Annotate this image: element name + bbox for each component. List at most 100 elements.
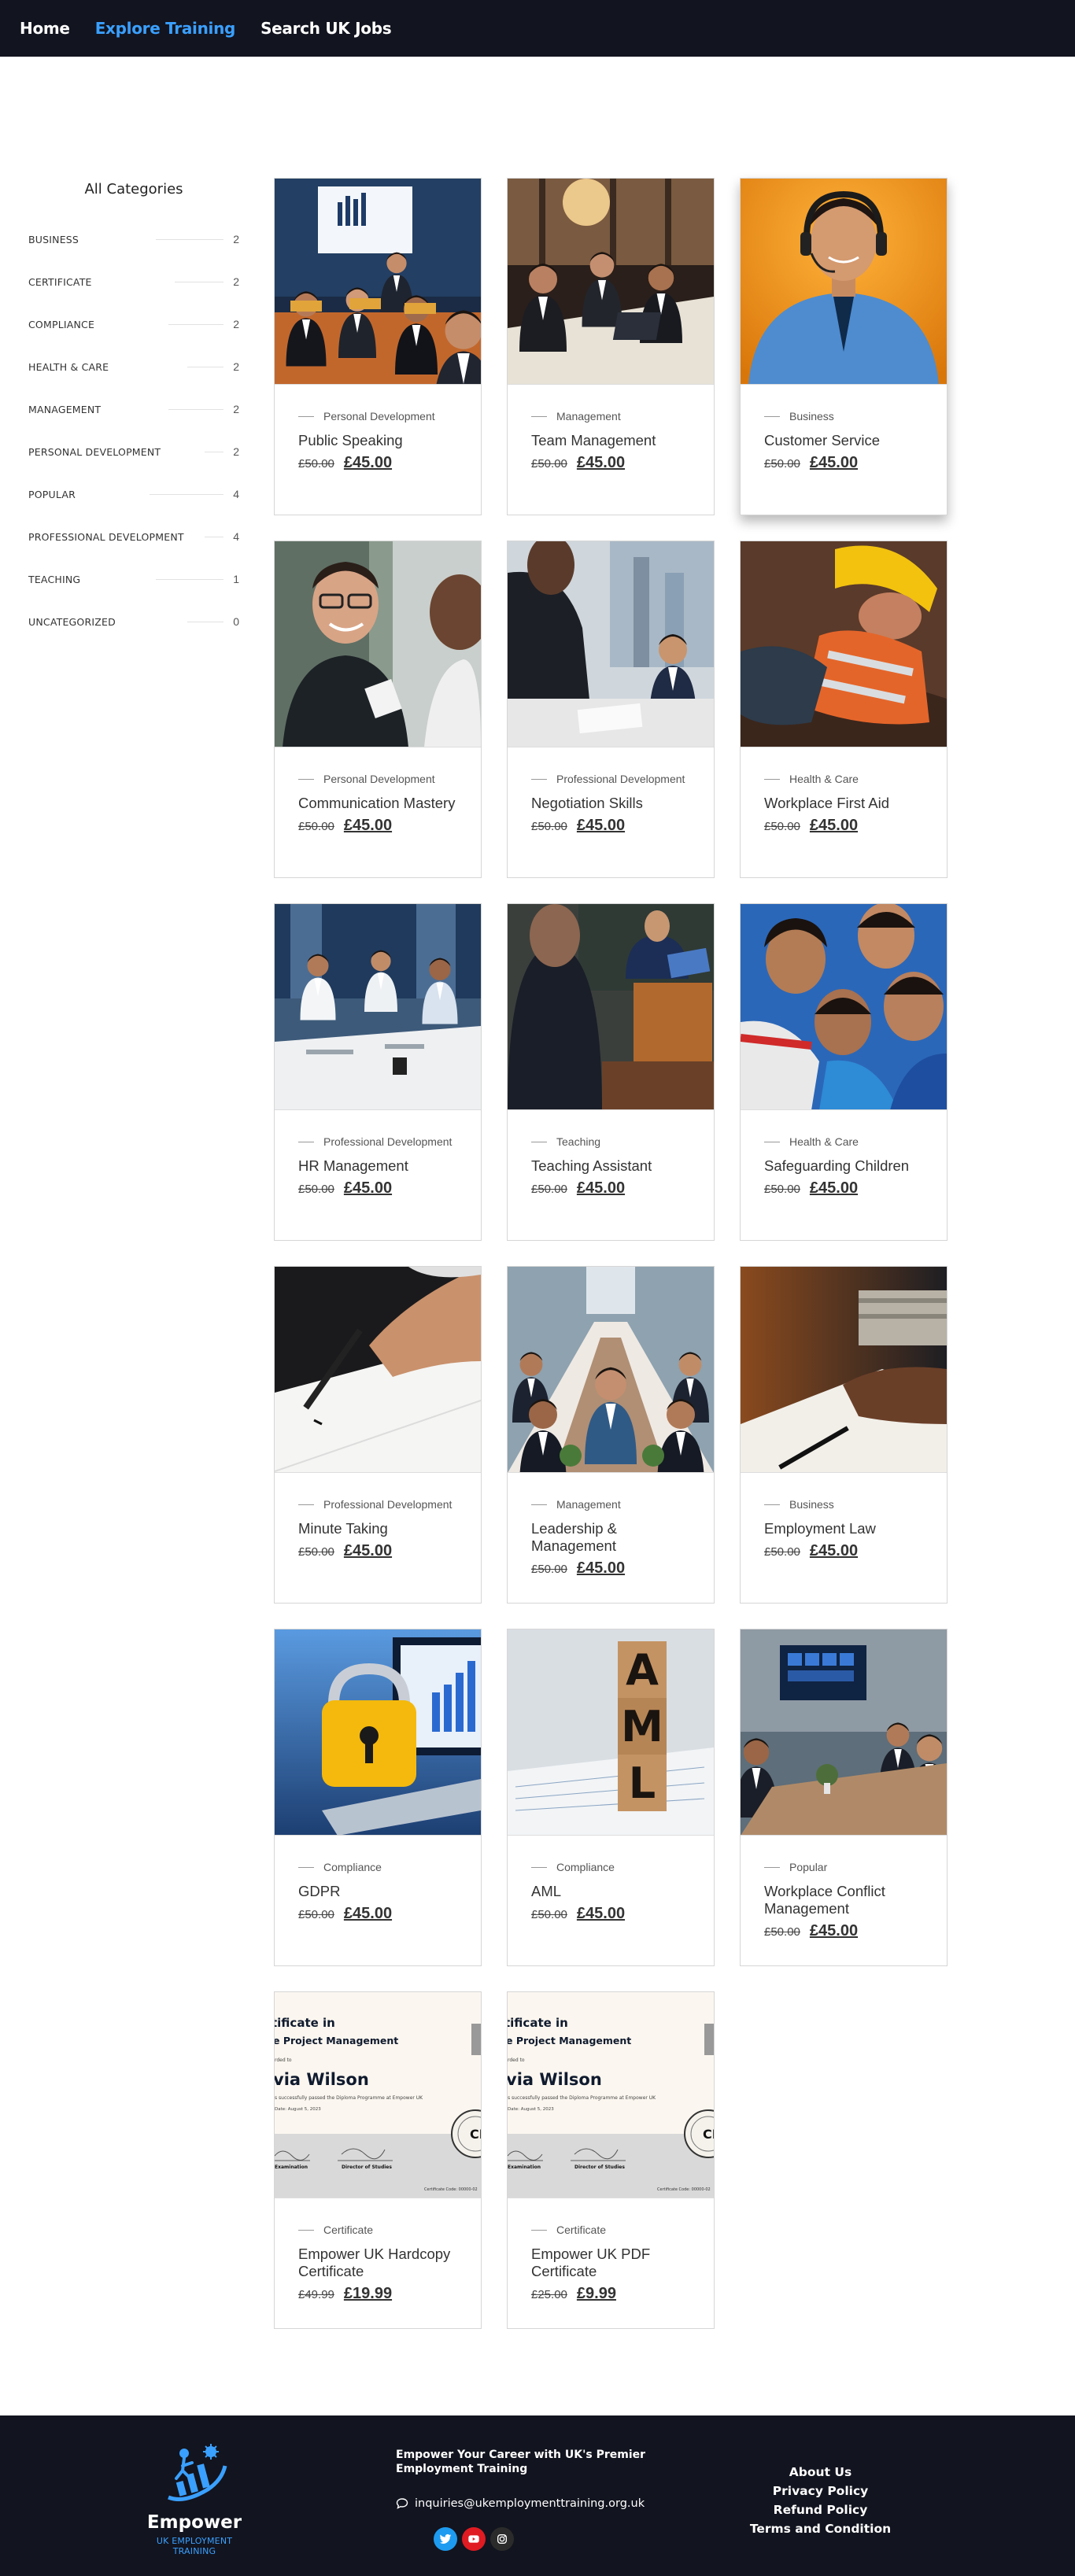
product-title[interactable]: Workplace First Aid (764, 795, 923, 812)
category-name[interactable]: HEALTH & CARE (28, 361, 109, 373)
product-image[interactable] (508, 179, 714, 385)
product-image[interactable] (741, 1629, 947, 1836)
product-card[interactable]: Personal Development Communication Master… (274, 541, 482, 878)
product-category[interactable]: Certificate (298, 2224, 457, 2236)
product-category-label[interactable]: Health & Care (789, 1135, 859, 1148)
category-name[interactable]: POPULAR (28, 489, 76, 500)
category-name[interactable]: PERSONAL DEVELOPMENT (28, 446, 161, 458)
nav-explore-training-link[interactable]: Explore Training (95, 19, 236, 38)
product-category-label[interactable]: Professional Development (323, 1498, 452, 1511)
category-item[interactable]: PROFESSIONAL DEVELOPMENT 4 (28, 515, 239, 558)
product-title[interactable]: Empower UK Hardcopy Certificate (298, 2246, 457, 2280)
footer-link[interactable]: Terms and Condition (740, 2519, 901, 2538)
product-title[interactable]: Empower UK PDF Certificate (531, 2246, 690, 2280)
category-item[interactable]: COMPLIANCE 2 (28, 303, 239, 345)
product-category-label[interactable]: Certificate (556, 2224, 606, 2236)
product-card[interactable]: Professional Development Negotiation Skil… (507, 541, 715, 878)
product-image[interactable] (275, 904, 481, 1110)
product-image[interactable] (275, 179, 481, 385)
product-card[interactable]: Teaching Teaching Assistant £50.00 £45.00 (507, 903, 715, 1241)
product-image[interactable] (508, 904, 714, 1110)
product-title[interactable]: Leadership & Management (531, 1520, 690, 1555)
product-title[interactable]: Minute Taking (298, 1520, 457, 1537)
product-category[interactable]: Personal Development (298, 410, 457, 423)
twitter-icon[interactable] (434, 2527, 457, 2551)
category-name[interactable]: CERTIFICATE (28, 276, 92, 288)
product-image[interactable] (508, 541, 714, 747)
product-card[interactable]: Health & Care Workplace First Aid £50.00 £4… (740, 541, 948, 878)
category-item[interactable]: HEALTH & CARE 2 (28, 345, 239, 388)
instagram-icon[interactable] (490, 2527, 514, 2551)
product-image[interactable] (275, 1629, 481, 1836)
product-card[interactable]: Compliance GDPR £50.00 £45.00 (274, 1629, 482, 1966)
product-category[interactable]: Professional Development (298, 1135, 457, 1148)
product-card[interactable]: Management Team Management £50.00 £45.00 (507, 178, 715, 515)
category-item[interactable]: BUSINESS 2 (28, 218, 239, 260)
category-item[interactable]: PERSONAL DEVELOPMENT 2 (28, 430, 239, 473)
category-item[interactable]: POPULAR 4 (28, 473, 239, 515)
product-card[interactable]: Health & Care Safeguarding Children £50.00… (740, 903, 948, 1241)
product-category-label[interactable]: Management (556, 1498, 621, 1511)
product-category-label[interactable]: Certificate (323, 2224, 373, 2236)
product-title[interactable]: Communication Mastery (298, 795, 457, 812)
product-image[interactable] (741, 904, 947, 1110)
product-image[interactable] (508, 1267, 714, 1473)
product-category[interactable]: Business (764, 410, 923, 423)
product-image[interactable]: A M L (508, 1629, 714, 1836)
nav-home-link[interactable]: Home (20, 19, 70, 38)
product-category[interactable]: Health & Care (764, 773, 923, 785)
product-category-label[interactable]: Professional Development (323, 1135, 452, 1148)
product-card[interactable]: Business Employment Law £50.00 £45.00 (740, 1266, 948, 1604)
footer-link[interactable]: About Us (740, 2463, 901, 2482)
product-title[interactable]: Customer Service (764, 432, 923, 449)
product-card[interactable]: Popular Workplace Conflict Management £50.… (740, 1629, 948, 1966)
category-name[interactable]: TEACHING (28, 574, 80, 585)
product-card[interactable]: Personal Development Public Speaking £50.0… (274, 178, 482, 515)
product-category[interactable]: Popular (764, 1861, 923, 1873)
category-item[interactable]: UNCATEGORIZED 0 (28, 600, 239, 643)
product-category[interactable]: Professional Development (531, 773, 690, 785)
product-card[interactable]: Business Customer Service £50.00 £45.00 (740, 178, 948, 515)
product-card[interactable]: A M L Compliance AML £50.00 £45.00 (507, 1629, 715, 1966)
footer-email[interactable]: inquiries@ukemploymenttraining.org.uk (396, 2497, 645, 2510)
product-image[interactable] (741, 541, 947, 747)
product-category[interactable]: Professional Development (298, 1498, 457, 1511)
product-title[interactable]: Employment Law (764, 1520, 923, 1537)
product-image[interactable] (741, 1267, 947, 1473)
footer-logo[interactable]: Empower UK EMPLOYMENT TRAINING (135, 2442, 253, 2556)
product-category-label[interactable]: Business (789, 1498, 834, 1511)
product-category-label[interactable]: Compliance (323, 1861, 382, 1873)
product-category[interactable]: Business (764, 1498, 923, 1511)
product-image[interactable] (741, 179, 947, 385)
product-card[interactable]: tificate in e Project Management rded to… (274, 1991, 482, 2329)
category-name[interactable]: MANAGEMENT (28, 404, 101, 415)
category-name[interactable]: COMPLIANCE (28, 319, 94, 330)
product-category[interactable]: Compliance (298, 1861, 457, 1873)
product-category-label[interactable]: Personal Development (323, 773, 435, 785)
product-category-label[interactable]: Professional Development (556, 773, 685, 785)
category-name[interactable]: PROFESSIONAL DEVELOPMENT (28, 531, 184, 543)
email-address[interactable]: inquiries@ukemploymenttraining.org.uk (415, 2497, 645, 2510)
product-title[interactable]: Teaching Assistant (531, 1157, 690, 1175)
product-title[interactable]: Negotiation Skills (531, 795, 690, 812)
footer-link[interactable]: Privacy Policy (740, 2482, 901, 2500)
category-name[interactable]: BUSINESS (28, 234, 79, 245)
product-title[interactable]: Team Management (531, 432, 690, 449)
product-category[interactable]: Personal Development (298, 773, 457, 785)
product-category[interactable]: Teaching (531, 1135, 690, 1148)
product-title[interactable]: GDPR (298, 1883, 457, 1900)
product-title[interactable]: HR Management (298, 1157, 457, 1175)
product-card[interactable]: Professional Development HR Management £50… (274, 903, 482, 1241)
product-title[interactable]: Workplace Conflict Management (764, 1883, 923, 1917)
product-image[interactable] (275, 1267, 481, 1473)
nav-search-uk-jobs-link[interactable]: Search UK Jobs (260, 19, 392, 38)
product-image[interactable]: tificate in e Project Management rded to… (508, 1992, 714, 2198)
product-title[interactable]: Safeguarding Children (764, 1157, 923, 1175)
youtube-icon[interactable] (462, 2527, 486, 2551)
category-item[interactable]: TEACHING 1 (28, 558, 239, 600)
product-category-label[interactable]: Management (556, 410, 621, 423)
product-category[interactable]: Management (531, 1498, 690, 1511)
product-category-label[interactable]: Business (789, 410, 834, 423)
footer-link[interactable]: Refund Policy (740, 2500, 901, 2519)
product-category-label[interactable]: Personal Development (323, 410, 435, 423)
